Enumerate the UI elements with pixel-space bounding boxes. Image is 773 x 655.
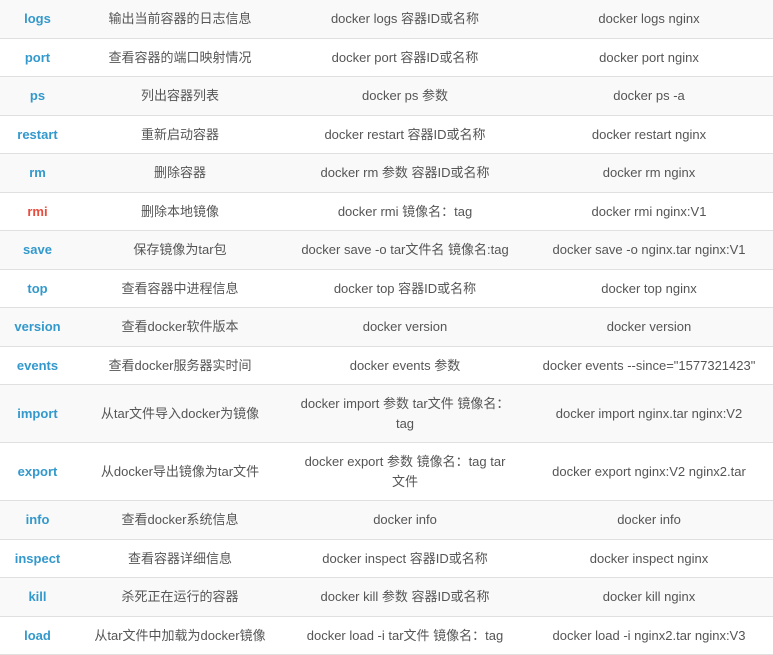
command-example: docker restart nginx xyxy=(525,115,773,154)
command-desc: 输出当前容器的日志信息 xyxy=(75,0,285,38)
command-example: docker port nginx xyxy=(525,38,773,77)
command-desc: 查看容器详细信息 xyxy=(75,539,285,578)
command-name: logs xyxy=(0,0,75,38)
command-syntax: docker top 容器ID或名称 xyxy=(285,269,525,308)
command-syntax: docker info xyxy=(285,501,525,540)
command-syntax: docker restart 容器ID或名称 xyxy=(285,115,525,154)
command-desc: 查看容器中进程信息 xyxy=(75,269,285,308)
command-example: docker info xyxy=(525,501,773,540)
command-name: restart xyxy=(0,115,75,154)
command-syntax: docker rm 参数 容器ID或名称 xyxy=(285,154,525,193)
command-syntax: docker import 参数 tar文件 镜像名：tag xyxy=(285,385,525,443)
table-row: logs输出当前容器的日志信息docker logs 容器ID或名称docker… xyxy=(0,0,773,38)
table-row: rmi删除本地镜像docker rmi 镜像名：tagdocker rmi ng… xyxy=(0,192,773,231)
command-example: docker save -o nginx.tar nginx:V1 xyxy=(525,231,773,270)
command-desc: 从tar文件中加载为docker镜像 xyxy=(75,616,285,655)
command-name: load xyxy=(0,616,75,655)
command-desc: 查看容器的端口映射情况 xyxy=(75,38,285,77)
command-desc: 列出容器列表 xyxy=(75,77,285,116)
command-syntax: docker version xyxy=(285,308,525,347)
command-name: ps xyxy=(0,77,75,116)
command-desc: 删除本地镜像 xyxy=(75,192,285,231)
command-example: docker rmi nginx:V1 xyxy=(525,192,773,231)
command-name: rm xyxy=(0,154,75,193)
table-row: load从tar文件中加载为docker镜像docker load -i tar… xyxy=(0,616,773,655)
command-desc: 查看docker系统信息 xyxy=(75,501,285,540)
command-example: docker logs nginx xyxy=(525,0,773,38)
command-name: events xyxy=(0,346,75,385)
table-row: version查看docker软件版本docker versiondocker … xyxy=(0,308,773,347)
table-row: restart重新启动容器docker restart 容器ID或名称docke… xyxy=(0,115,773,154)
command-syntax: docker inspect 容器ID或名称 xyxy=(285,539,525,578)
command-example: docker inspect nginx xyxy=(525,539,773,578)
command-syntax: docker save -o tar文件名 镜像名:tag xyxy=(285,231,525,270)
command-syntax: docker port 容器ID或名称 xyxy=(285,38,525,77)
command-name: port xyxy=(0,38,75,77)
command-name: kill xyxy=(0,578,75,617)
table-row: info查看docker系统信息docker infodocker info xyxy=(0,501,773,540)
command-example: docker rm nginx xyxy=(525,154,773,193)
command-syntax: docker events 参数 xyxy=(285,346,525,385)
command-name: rmi xyxy=(0,192,75,231)
command-desc: 查看docker服务器实时间 xyxy=(75,346,285,385)
command-desc: 重新启动容器 xyxy=(75,115,285,154)
command-syntax: docker export 参数 镜像名：tag tar文件 xyxy=(285,443,525,501)
command-syntax: docker logs 容器ID或名称 xyxy=(285,0,525,38)
docker-commands-table: logs输出当前容器的日志信息docker logs 容器ID或名称docker… xyxy=(0,0,773,655)
command-syntax: docker rmi 镜像名：tag xyxy=(285,192,525,231)
command-name: info xyxy=(0,501,75,540)
command-example: docker import nginx.tar nginx:V2 xyxy=(525,385,773,443)
command-desc: 从docker导出镜像为tar文件 xyxy=(75,443,285,501)
table-row: ps列出容器列表docker ps 参数docker ps -a xyxy=(0,77,773,116)
command-desc: 从tar文件导入docker为镜像 xyxy=(75,385,285,443)
table-row: kill杀死正在运行的容器docker kill 参数 容器ID或名称docke… xyxy=(0,578,773,617)
command-example: docker load -i nginx2.tar nginx:V3 xyxy=(525,616,773,655)
command-name: export xyxy=(0,443,75,501)
command-example: docker ps -a xyxy=(525,77,773,116)
table-row: rm删除容器docker rm 参数 容器ID或名称docker rm ngin… xyxy=(0,154,773,193)
table-row: top查看容器中进程信息docker top 容器ID或名称docker top… xyxy=(0,269,773,308)
command-syntax: docker load -i tar文件 镜像名：tag xyxy=(285,616,525,655)
command-name: import xyxy=(0,385,75,443)
command-name: top xyxy=(0,269,75,308)
command-example: docker version xyxy=(525,308,773,347)
command-example: docker events --since="1577321423" xyxy=(525,346,773,385)
table-row: events查看docker服务器实时间docker events 参数dock… xyxy=(0,346,773,385)
table-row: save保存镜像为tar包docker save -o tar文件名 镜像名:t… xyxy=(0,231,773,270)
command-desc: 保存镜像为tar包 xyxy=(75,231,285,270)
command-desc: 删除容器 xyxy=(75,154,285,193)
command-desc: 查看docker软件版本 xyxy=(75,308,285,347)
command-example: docker top nginx xyxy=(525,269,773,308)
command-example: docker kill nginx xyxy=(525,578,773,617)
table-row: port查看容器的端口映射情况docker port 容器ID或名称docker… xyxy=(0,38,773,77)
table-row: export从docker导出镜像为tar文件docker export 参数 … xyxy=(0,443,773,501)
command-example: docker export nginx:V2 nginx2.tar xyxy=(525,443,773,501)
table-row: inspect查看容器详细信息docker inspect 容器ID或名称doc… xyxy=(0,539,773,578)
command-desc: 杀死正在运行的容器 xyxy=(75,578,285,617)
command-name: version xyxy=(0,308,75,347)
command-name: save xyxy=(0,231,75,270)
table-row: import从tar文件导入docker为镜像docker import 参数 … xyxy=(0,385,773,443)
command-syntax: docker ps 参数 xyxy=(285,77,525,116)
command-syntax: docker kill 参数 容器ID或名称 xyxy=(285,578,525,617)
command-name: inspect xyxy=(0,539,75,578)
